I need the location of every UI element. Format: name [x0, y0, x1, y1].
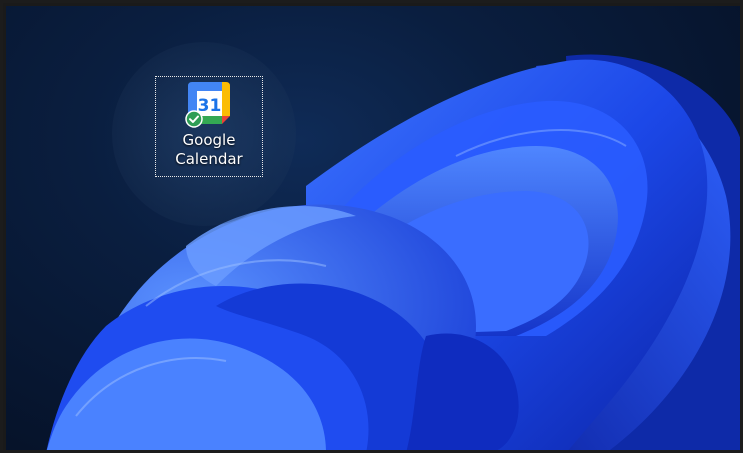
- desktop[interactable]: [6, 6, 740, 450]
- wallpaper-bloom: [46, 54, 740, 450]
- shortcut-label-line2: Calendar: [175, 150, 243, 168]
- shortcut-label: Google Calendar: [156, 131, 262, 169]
- checkmark-overlay-icon: [185, 110, 203, 128]
- desktop-shortcut-google-calendar[interactable]: 31 Google Calendar: [155, 76, 263, 177]
- google-calendar-icon: 31: [185, 80, 232, 128]
- screen-frame: 31 Google Calendar: [0, 0, 743, 453]
- shortcut-label-line1: Google: [182, 131, 236, 149]
